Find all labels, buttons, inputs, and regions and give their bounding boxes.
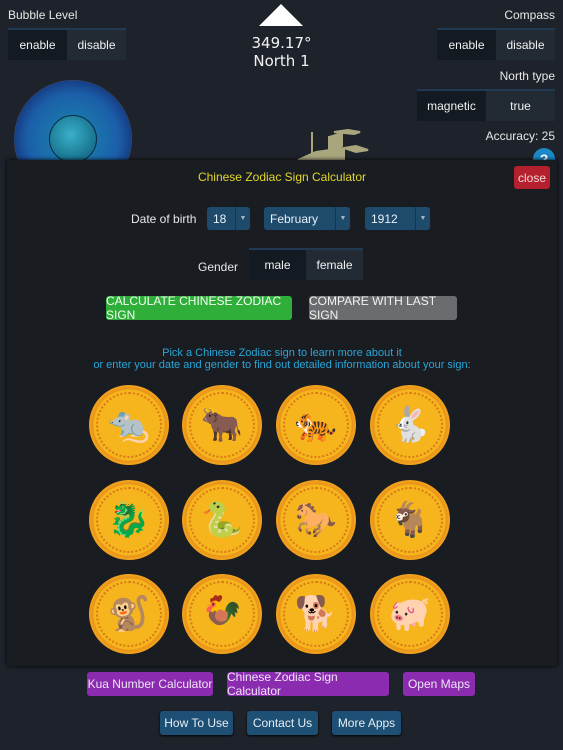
zodiac-sign-rabbit[interactable]: 🐇 xyxy=(370,385,450,465)
gender-label: Gender xyxy=(198,260,239,274)
zodiac-sign-rooster[interactable]: 🐓 xyxy=(182,574,262,654)
zodiac-sign-ox[interactable]: 🐂 xyxy=(182,385,262,465)
chevron-down-icon: ▼ xyxy=(415,207,430,230)
ox-icon: 🐂 xyxy=(200,405,244,445)
bubble-enable-button[interactable]: enable xyxy=(8,30,67,60)
dragon-icon: 🐉 xyxy=(107,500,151,540)
heading-direction: North 1 xyxy=(253,52,310,70)
zodiac-sign-goat[interactable]: 🐐 xyxy=(370,480,450,560)
accuracy-text: Accuracy: 25 xyxy=(485,129,555,143)
gender-toggle: male female xyxy=(249,248,363,280)
pig-icon: 🐖 xyxy=(388,594,432,634)
zodiac-sign-dragon[interactable]: 🐉 xyxy=(89,480,169,560)
tiger-icon: 🐅 xyxy=(294,405,338,445)
compass-readout: 349.17° North 1 xyxy=(200,34,363,70)
dog-icon: 🐕 xyxy=(294,594,338,634)
bubble-icon xyxy=(49,115,97,163)
contact-us-button[interactable]: Contact Us xyxy=(247,711,318,735)
bubble-level-label: Bubble Level xyxy=(8,8,78,22)
info-text-line2: or enter your date and gender to find ou… xyxy=(93,359,471,371)
compare-button[interactable]: COMPARE WITH LAST SIGN xyxy=(309,294,457,322)
magnetic-button[interactable]: magnetic xyxy=(417,91,486,121)
female-button[interactable]: female xyxy=(306,250,363,280)
dob-label: Date of birth xyxy=(131,212,197,226)
horse-icon: 🐎 xyxy=(294,500,338,540)
male-button[interactable]: male xyxy=(249,250,306,280)
zodiac-sign-monkey[interactable]: 🐒 xyxy=(89,574,169,654)
day-value: 18 xyxy=(213,211,227,226)
zodiac-sign-rat[interactable]: 🐀 xyxy=(89,385,169,465)
rat-icon: 🐀 xyxy=(107,405,151,445)
snake-icon: 🐍 xyxy=(200,500,244,540)
info-text-line1: Pick a Chinese Zodiac sign to learn more… xyxy=(162,347,402,359)
compass-toggle: enable disable xyxy=(437,28,555,60)
kua-calculator-button[interactable]: Kua Number Calculator xyxy=(87,672,213,696)
more-apps-button[interactable]: More Apps xyxy=(332,711,401,735)
how-to-use-button[interactable]: How To Use xyxy=(160,711,233,735)
zodiac-calculator-modal: Chinese Zodiac Sign Calculator close Dat… xyxy=(7,160,557,666)
compass-disable-button[interactable]: disable xyxy=(496,30,555,60)
zodiac-sign-horse[interactable]: 🐎 xyxy=(276,480,356,560)
compass-enable-button[interactable]: enable xyxy=(437,30,496,60)
bubble-level-toggle: enable disable xyxy=(8,28,126,60)
close-button[interactable]: close xyxy=(514,166,550,189)
zodiac-calculator-button[interactable]: Chinese Zodiac Sign Calculator xyxy=(227,670,389,698)
goat-icon: 🐐 xyxy=(388,500,432,540)
rooster-icon: 🐓 xyxy=(200,594,244,634)
north-type-label: North type xyxy=(499,69,555,83)
heading-degrees: 349.17° xyxy=(251,34,312,52)
year-select[interactable]: 1912 ▼ xyxy=(365,207,430,230)
compass-label: Compass xyxy=(504,8,555,22)
month-select[interactable]: February ▼ xyxy=(264,207,350,230)
north-arrow-icon xyxy=(259,4,303,26)
zodiac-sign-dog[interactable]: 🐕 xyxy=(276,574,356,654)
modal-title: Chinese Zodiac Sign Calculator xyxy=(197,170,367,184)
chevron-down-icon: ▼ xyxy=(235,207,250,230)
zodiac-sign-pig[interactable]: 🐖 xyxy=(370,574,450,654)
true-north-button[interactable]: true xyxy=(486,91,555,121)
zodiac-sign-tiger[interactable]: 🐅 xyxy=(276,385,356,465)
calculate-button[interactable]: CALCULATE CHINESE ZODIAC SIGN xyxy=(106,294,292,322)
north-type-toggle: magnetic true xyxy=(417,89,555,121)
month-value: February xyxy=(270,211,319,226)
bubble-disable-button[interactable]: disable xyxy=(67,30,126,60)
ship-icon xyxy=(297,128,369,160)
year-value: 1912 xyxy=(371,211,398,226)
day-select[interactable]: 18 ▼ xyxy=(207,207,250,230)
open-maps-button[interactable]: Open Maps xyxy=(403,672,475,696)
rabbit-icon: 🐇 xyxy=(388,405,432,445)
zodiac-sign-snake[interactable]: 🐍 xyxy=(182,480,262,560)
monkey-icon: 🐒 xyxy=(107,594,151,634)
chevron-down-icon: ▼ xyxy=(335,207,350,230)
